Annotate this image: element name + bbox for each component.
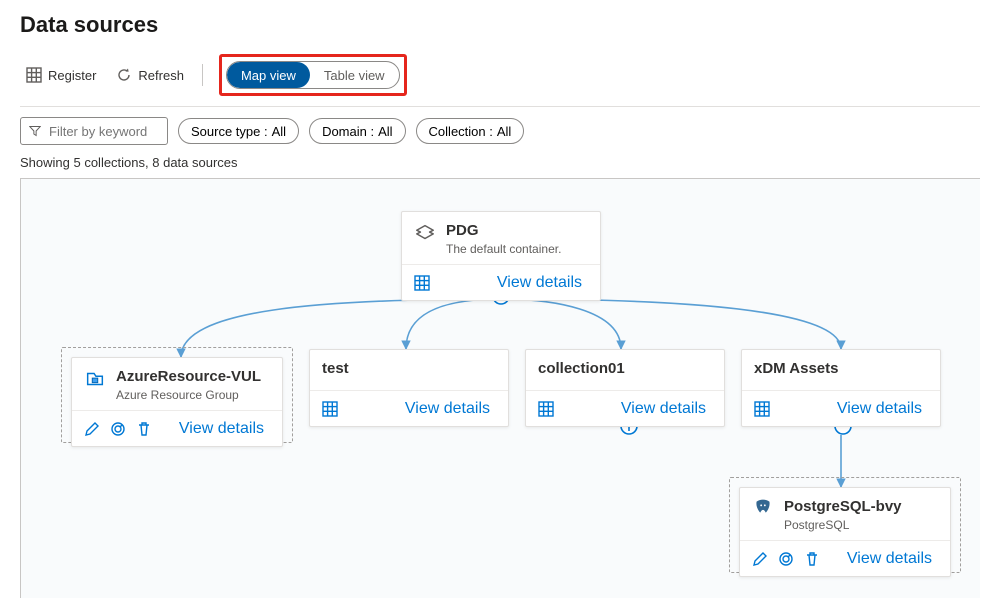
filter-keyword-field[interactable] (47, 123, 159, 140)
scan-icon[interactable] (110, 421, 126, 437)
edge-root-test (406, 299, 501, 349)
refresh-icon (116, 67, 132, 83)
node-xdm-details[interactable]: View details (831, 399, 928, 419)
toolbar: Register Refresh Map view Table view (20, 54, 980, 107)
map-view-toggle[interactable]: Map view (227, 62, 310, 88)
grid-icon[interactable] (754, 401, 770, 417)
node-azure-subtitle: Azure Resource Group (116, 388, 261, 402)
domain-value: All (378, 124, 392, 139)
edge-root-xdm (501, 299, 841, 349)
grid-icon[interactable] (414, 275, 430, 291)
filter-bar: Source type : All Domain : All Collectio… (20, 107, 980, 145)
grid-add-icon (26, 67, 42, 83)
node-pdg-subtitle: The default container. (446, 242, 561, 256)
register-button[interactable]: Register (20, 60, 102, 90)
node-collection01-title: collection01 (538, 360, 625, 378)
node-pdg-details[interactable]: View details (491, 273, 588, 293)
source-type-value: All (272, 124, 286, 139)
toolbar-separator (202, 64, 203, 86)
page-title: Data sources (20, 12, 980, 38)
domain-label: Domain : (322, 124, 374, 139)
node-test[interactable]: test View details (309, 349, 509, 427)
refresh-button[interactable]: Refresh (110, 60, 190, 90)
node-azure-title: AzureResource-VUL (116, 368, 261, 386)
delete-icon[interactable] (136, 421, 152, 437)
node-pdg-title: PDG (446, 222, 561, 240)
domain-filter[interactable]: Domain : All (309, 118, 405, 144)
delete-icon[interactable] (804, 551, 820, 567)
node-postgres-subtitle: PostgreSQL (784, 518, 902, 532)
source-type-filter[interactable]: Source type : All (178, 118, 299, 144)
node-pdg[interactable]: PDG The default container. View details (401, 211, 601, 301)
node-test-details[interactable]: View details (399, 399, 496, 419)
view-switch: Map view Table view (226, 61, 400, 89)
status-text: Showing 5 collections, 8 data sources (20, 155, 980, 170)
register-label: Register (48, 68, 96, 83)
map-canvas[interactable]: PDG The default container. View details … (20, 178, 980, 598)
collection-label: Collection : (429, 124, 493, 139)
filter-keyword-input[interactable] (20, 117, 168, 145)
grid-icon[interactable] (322, 401, 338, 417)
node-postgres-details[interactable]: View details (841, 549, 938, 569)
node-xdm[interactable]: xDM Assets View details (741, 349, 941, 427)
node-collection01[interactable]: collection01 View details (525, 349, 725, 427)
filter-icon (29, 124, 41, 138)
postgresql-icon (752, 498, 774, 520)
edit-icon[interactable] (84, 421, 100, 437)
scan-icon[interactable] (778, 551, 794, 567)
node-test-title: test (322, 360, 349, 378)
edge-root-collection01 (501, 299, 621, 349)
node-postgres[interactable]: PostgreSQL-bvy PostgreSQL View details (739, 487, 951, 577)
node-azure-details[interactable]: View details (173, 419, 270, 439)
node-postgres-title: PostgreSQL-bvy (784, 498, 902, 516)
node-collection01-details[interactable]: View details (615, 399, 712, 419)
collection-value: All (497, 124, 511, 139)
table-view-toggle[interactable]: Table view (310, 62, 399, 88)
azure-resource-group-icon (84, 368, 106, 390)
grid-icon[interactable] (538, 401, 554, 417)
source-type-label: Source type : (191, 124, 268, 139)
node-azure-rg[interactable]: AzureResource-VUL Azure Resource Group V… (71, 357, 283, 447)
collection-filter[interactable]: Collection : All (416, 118, 525, 144)
refresh-label: Refresh (138, 68, 184, 83)
node-xdm-title: xDM Assets (754, 360, 838, 378)
edit-icon[interactable] (752, 551, 768, 567)
view-switch-highlight: Map view Table view (219, 54, 407, 96)
container-icon (414, 222, 436, 244)
